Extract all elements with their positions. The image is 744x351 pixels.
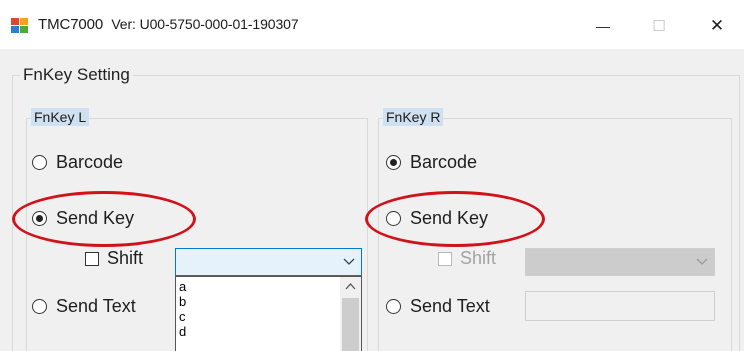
right-shift-label: Shift bbox=[460, 248, 497, 268]
close-button[interactable]: ✕ bbox=[694, 10, 740, 42]
highlight-ellipse-left bbox=[12, 191, 196, 247]
title-bar[interactable]: TMC7000 Ver: U00-5750-000-01-190307 — ☐ … bbox=[0, 0, 744, 49]
dropdown-item[interactable]: d bbox=[179, 324, 186, 339]
fnkey-r-title: FnKey R bbox=[383, 108, 444, 126]
left-barcode-radio[interactable]: Barcode bbox=[32, 152, 123, 173]
minimize-button[interactable]: — bbox=[580, 10, 626, 42]
radio-unchecked-icon bbox=[32, 155, 47, 170]
radio-unchecked-icon bbox=[32, 299, 47, 314]
scrollbar-thumb[interactable] bbox=[342, 298, 359, 351]
right-barcode-radio[interactable]: Barcode bbox=[386, 152, 477, 173]
left-shift-checkbox[interactable]: Shift bbox=[85, 248, 143, 269]
maximize-icon: ☐ bbox=[652, 18, 666, 35]
left-key-combo[interactable] bbox=[175, 248, 362, 276]
minimize-icon: — bbox=[596, 18, 610, 34]
right-key-combo[interactable] bbox=[525, 248, 715, 276]
left-send-text-radio[interactable]: Send Text bbox=[32, 296, 136, 317]
app-grid-icon bbox=[11, 18, 28, 33]
right-shift-checkbox[interactable]: Shift bbox=[438, 248, 496, 269]
fnkey-l-title: FnKey L bbox=[31, 108, 90, 126]
left-send-text-label: Send Text bbox=[56, 296, 136, 316]
checkbox-icon bbox=[85, 251, 99, 266]
checkbox-icon bbox=[438, 251, 452, 266]
app-window: TMC7000 Ver: U00-5750-000-01-190307 — ☐ … bbox=[0, 0, 744, 351]
chevron-up-icon[interactable] bbox=[345, 282, 356, 291]
dropdown-item[interactable]: b bbox=[179, 294, 186, 309]
highlight-ellipse-right bbox=[365, 191, 545, 247]
left-barcode-label: Barcode bbox=[56, 152, 124, 172]
maximize-button[interactable]: ☐ bbox=[636, 10, 682, 42]
window-title: TMC7000 Ver: U00-5750-000-01-190307 bbox=[38, 16, 299, 33]
chevron-down-icon bbox=[696, 258, 708, 265]
close-icon: ✕ bbox=[709, 16, 725, 35]
radio-unchecked-icon bbox=[386, 299, 401, 314]
app-version: Ver: U00-5750-000-01-190307 bbox=[111, 16, 299, 32]
right-send-text-label: Send Text bbox=[410, 296, 490, 316]
left-shift-label: Shift bbox=[107, 248, 144, 268]
right-send-text-input[interactable] bbox=[525, 291, 715, 321]
left-key-dropdown-list[interactable]: a b c d bbox=[175, 276, 362, 351]
fnkey-setting-title: FnKey Setting bbox=[20, 65, 133, 85]
dropdown-item[interactable]: c bbox=[179, 309, 186, 324]
app-name: TMC7000 bbox=[38, 16, 104, 33]
dropdown-item[interactable]: a bbox=[179, 279, 186, 294]
right-barcode-label: Barcode bbox=[410, 152, 478, 172]
dropdown-scrollbar[interactable] bbox=[340, 277, 361, 351]
chevron-down-icon bbox=[343, 258, 355, 265]
radio-checked-icon bbox=[386, 155, 401, 170]
right-send-text-radio[interactable]: Send Text bbox=[386, 296, 490, 317]
